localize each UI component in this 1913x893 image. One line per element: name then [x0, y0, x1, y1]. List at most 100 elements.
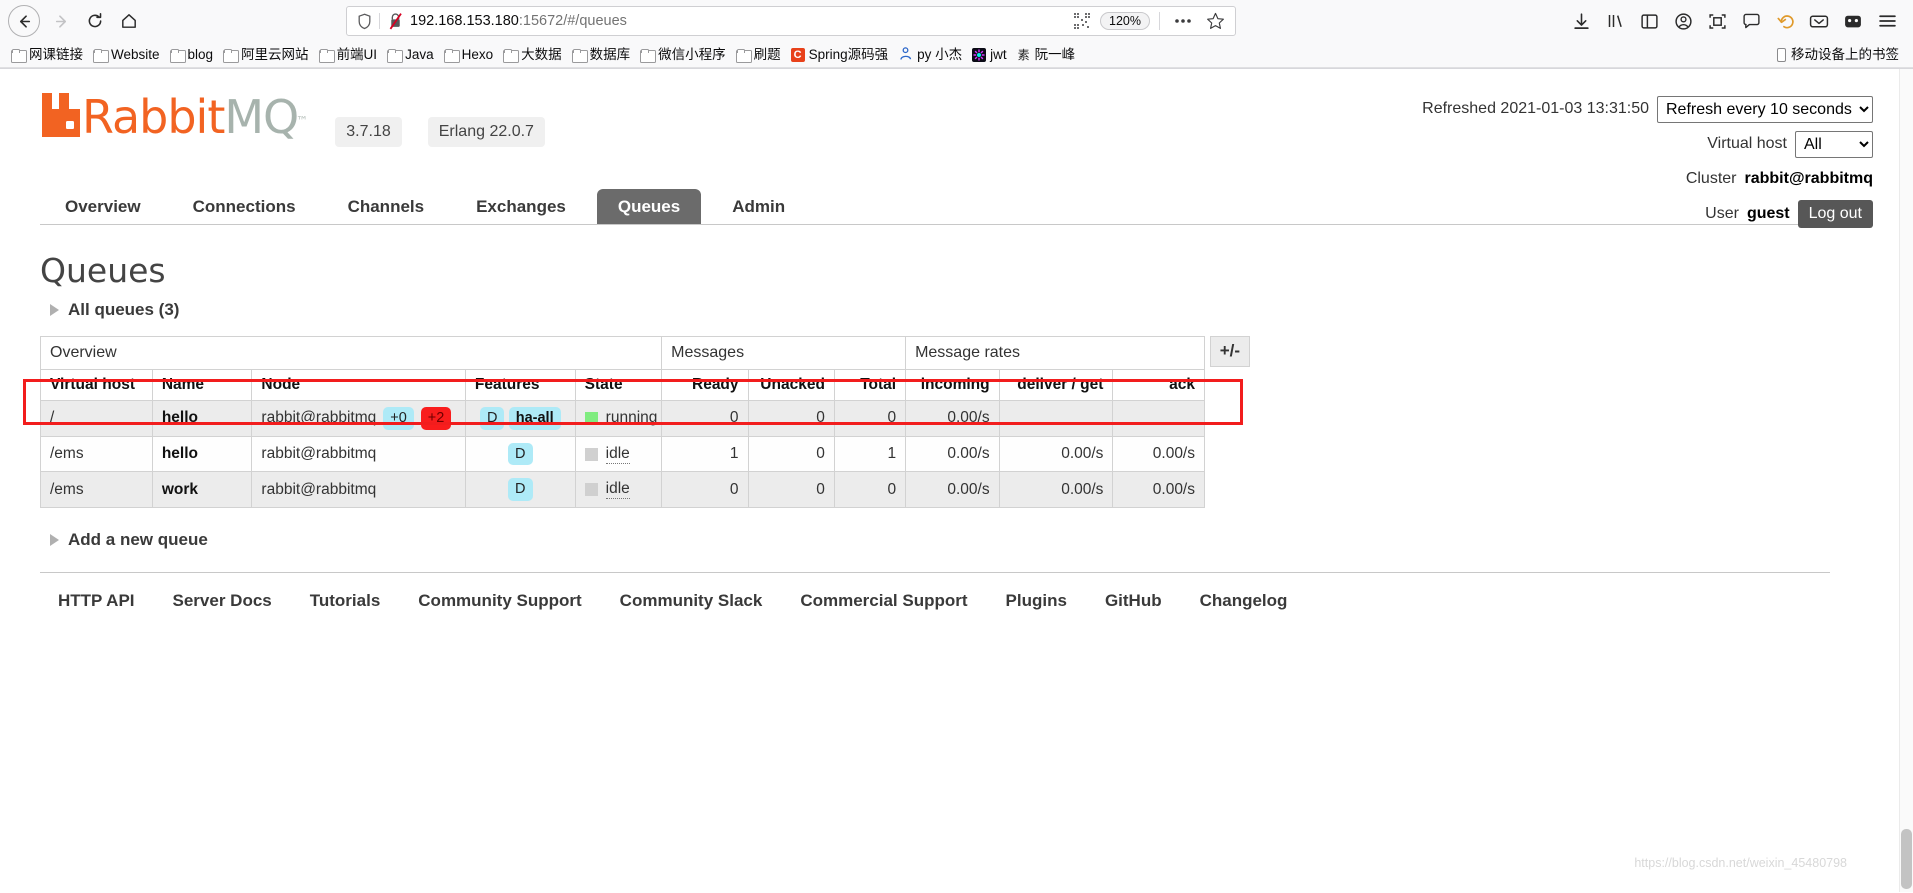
bookmark-item[interactable]: py 小杰 [893, 45, 967, 65]
col-features[interactable]: Features [464, 369, 576, 401]
col-node[interactable]: Node [251, 369, 466, 401]
back-button[interactable] [8, 5, 40, 37]
url-bar[interactable]: 192.168.153.180:15672/#/queues 120% [346, 6, 1236, 36]
footer-link-community-support[interactable]: Community Support [418, 591, 581, 611]
footer-link-http-api[interactable]: HTTP API [58, 591, 135, 611]
col-ready[interactable]: Ready [661, 369, 749, 401]
table-row[interactable]: /ems work rabbit@rabbitmq D idle 0 0 0 0… [40, 471, 1205, 509]
bookmark-item[interactable]: 前端UI [314, 47, 383, 63]
tab-channels[interactable]: Channels [327, 189, 446, 224]
url-text[interactable]: 192.168.153.180:15672/#/queues [406, 13, 1068, 29]
tab-connections[interactable]: Connections [172, 189, 317, 224]
library-icon[interactable] [1599, 6, 1631, 36]
logo-mq-text: MQ [224, 90, 299, 144]
col-virtual-host[interactable]: Virtual host [40, 369, 153, 401]
page-scrollbar[interactable] [1899, 69, 1913, 892]
cell-queue-name[interactable]: hello [151, 400, 253, 437]
bookmark-item[interactable]: Java [382, 47, 439, 63]
tab-queues[interactable]: Queues [596, 189, 702, 224]
tab-exchanges[interactable]: Exchanges [455, 189, 587, 224]
cell-node: rabbit@rabbitmq [251, 471, 466, 509]
columns-toggle-button[interactable]: +/- [1209, 336, 1250, 367]
bookmark-label: 刷题 [753, 46, 781, 62]
folder-icon [503, 48, 520, 63]
zoom-level-badge[interactable]: 120% [1100, 12, 1150, 30]
account-icon[interactable] [1667, 6, 1699, 36]
shield-icon[interactable] [353, 11, 375, 31]
node-badge-plus2: +2 [420, 407, 452, 430]
cell-queue-name[interactable]: hello [151, 435, 253, 473]
bookmark-item[interactable]: 素阮一峰 [1012, 47, 1081, 63]
footer-link-tutorials[interactable]: Tutorials [310, 591, 381, 611]
footer-link-plugins[interactable]: Plugins [1006, 591, 1067, 611]
refresh-interval-select[interactable]: Refresh every 10 seconds [1657, 95, 1873, 123]
page-actions-icon[interactable] [1169, 8, 1197, 34]
cluster-name: rabbit@rabbitmq [1744, 170, 1874, 187]
logout-button[interactable]: Log out [1797, 200, 1873, 228]
mobile-icon [1777, 47, 1786, 62]
home-button[interactable] [112, 4, 146, 38]
bookmark-item[interactable]: 刷题 [731, 47, 786, 63]
reload-button[interactable] [78, 4, 112, 38]
add-queue-toggle[interactable]: Add a new queue [50, 530, 1873, 550]
bookmark-item[interactable]: 微信小程序 [635, 47, 731, 63]
col-deliver-get[interactable]: deliver / get [998, 369, 1114, 401]
feedback-icon[interactable] [1735, 6, 1767, 36]
folder-icon [571, 48, 588, 63]
bookmark-item[interactable]: blog [165, 47, 219, 63]
table-row[interactable]: / hello rabbit@rabbitmq +0 +2 D ha-all r… [40, 400, 1205, 437]
col-unacked[interactable]: Unacked [747, 369, 835, 401]
folder-icon [640, 48, 657, 63]
footer-link-commercial-support[interactable]: Commercial Support [800, 591, 967, 611]
extension-icon[interactable] [1837, 6, 1869, 36]
pocket-icon[interactable] [1803, 6, 1835, 36]
folder-icon [735, 48, 752, 63]
sidebar-icon[interactable] [1633, 6, 1665, 36]
col-ack[interactable]: ack [1112, 369, 1205, 401]
forward-button[interactable] [44, 4, 78, 38]
vhost-select[interactable]: All [1795, 130, 1873, 158]
bookmark-item[interactable]: 网课链接 [6, 47, 88, 63]
downloads-icon[interactable] [1565, 6, 1597, 36]
scrollbar-thumb[interactable] [1901, 829, 1912, 889]
bookmark-label: Website [111, 46, 160, 62]
table-group-header-row: Overview Messages Message rates [39, 336, 1205, 370]
tab-overview[interactable]: Overview [44, 189, 162, 224]
col-total[interactable]: Total [833, 369, 907, 401]
rabbitmq-logo[interactable]: RabbitMQ™ [40, 91, 309, 140]
cell-queue-name[interactable]: work [151, 471, 253, 509]
qr-code-icon[interactable] [1068, 8, 1096, 34]
bookmark-star-icon[interactable] [1201, 8, 1229, 34]
screenshot-icon[interactable] [1701, 6, 1733, 36]
bookmark-item[interactable]: C Spring源码强 [786, 47, 894, 63]
col-state[interactable]: State [574, 369, 663, 401]
undo-close-tab-icon[interactable] [1769, 6, 1801, 36]
footer-link-github[interactable]: GitHub [1105, 591, 1162, 611]
cell-ack [1112, 400, 1205, 437]
bookmark-item[interactable]: 数据库 [567, 47, 636, 63]
bookmark-item[interactable]: Hexo [439, 47, 499, 63]
bookmark-item[interactable]: Website [88, 47, 165, 63]
page-viewport: RabbitMQ™ 3.7.18 Erlang 22.0.7 Refreshed… [0, 69, 1913, 892]
bookmark-item[interactable]: 阿里云网站 [218, 47, 314, 63]
queues-table-wrap: Overview Messages Message rates Virtual … [23, 336, 1250, 509]
mobile-bookmarks-item[interactable]: 移动设备上的书签 [1777, 47, 1907, 62]
bookmark-item[interactable]: 大数据 [498, 47, 567, 63]
feature-ha-policy-badge: ha-all [508, 407, 561, 430]
footer-divider [40, 572, 1830, 574]
tab-admin[interactable]: Admin [711, 189, 806, 224]
col-incoming[interactable]: incoming [905, 369, 1000, 401]
lock-broken-icon[interactable] [384, 11, 406, 31]
bookmark-label: blog [187, 46, 214, 62]
footer-link-server-docs[interactable]: Server Docs [173, 591, 272, 611]
bookmark-item[interactable]: jwt [967, 47, 1012, 63]
all-queues-toggle[interactable]: All queues (3) [50, 300, 1873, 320]
footer-link-community-slack[interactable]: Community Slack [620, 591, 763, 611]
node-name: rabbit@rabbitmq [261, 445, 377, 462]
app-menu-icon[interactable] [1871, 6, 1903, 36]
chevron-right-icon [50, 534, 59, 547]
cell-features: D ha-all [464, 400, 576, 437]
footer-link-changelog[interactable]: Changelog [1200, 591, 1288, 611]
table-row[interactable]: /ems hello rabbit@rabbitmq D idle 1 0 1 … [40, 435, 1205, 473]
col-name[interactable]: Name [151, 369, 253, 401]
